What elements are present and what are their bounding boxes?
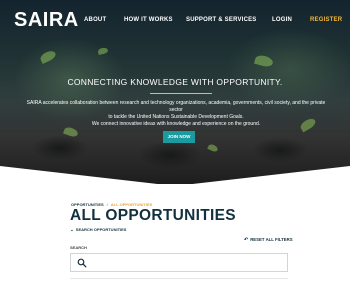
search-input[interactable]: [70, 253, 288, 272]
hero-description: SAIRA accelerates collaboration between …: [20, 100, 332, 128]
nav-register[interactable]: REGISTER: [310, 17, 342, 23]
site-logo[interactable]: SAIRA: [14, 9, 79, 32]
join-now-button[interactable]: JOIN NOW: [163, 131, 195, 143]
hero-description-line: SAIRA accelerates collaboration between …: [26, 100, 326, 113]
page-title: ALL OPPORTUNITIES: [70, 207, 236, 224]
hero-headline: CONNECTING KNOWLEDGE WITH OPPORTUNITY.: [67, 77, 283, 87]
undo-icon: ↶: [244, 237, 249, 243]
nav-login[interactable]: LOGIN: [272, 17, 292, 23]
search-label: SEARCH: [70, 245, 87, 250]
chevron-down-icon: ⌄: [70, 227, 74, 232]
nav-how-it-works[interactable]: HOW IT WORKS: [124, 17, 173, 23]
headline-underline: [150, 93, 212, 94]
nav-support-services[interactable]: SUPPORT & SERVICES: [186, 17, 257, 23]
hero-description-line: We connect innovative ideas with knowled…: [91, 121, 261, 127]
nav-about[interactable]: ABOUT: [84, 17, 106, 23]
hero-description-line: to tackle the United Nations Sustainable…: [108, 114, 244, 120]
section-divider: [70, 278, 288, 279]
search-toggle-label: SEARCH OPPORTUNITIES: [75, 227, 127, 232]
reset-filters-label: RESET ALL FILTERS: [250, 237, 293, 242]
search-icon: [77, 258, 87, 268]
reset-filters-button[interactable]: ↶ RESET ALL FILTERS: [244, 237, 293, 243]
top-navigation: SAIRA ABOUT HOW IT WORKS SUPPORT & SERVI…: [0, 0, 350, 38]
search-opportunities-toggle[interactable]: ⌄ SEARCH OPPORTUNITIES: [70, 227, 126, 233]
